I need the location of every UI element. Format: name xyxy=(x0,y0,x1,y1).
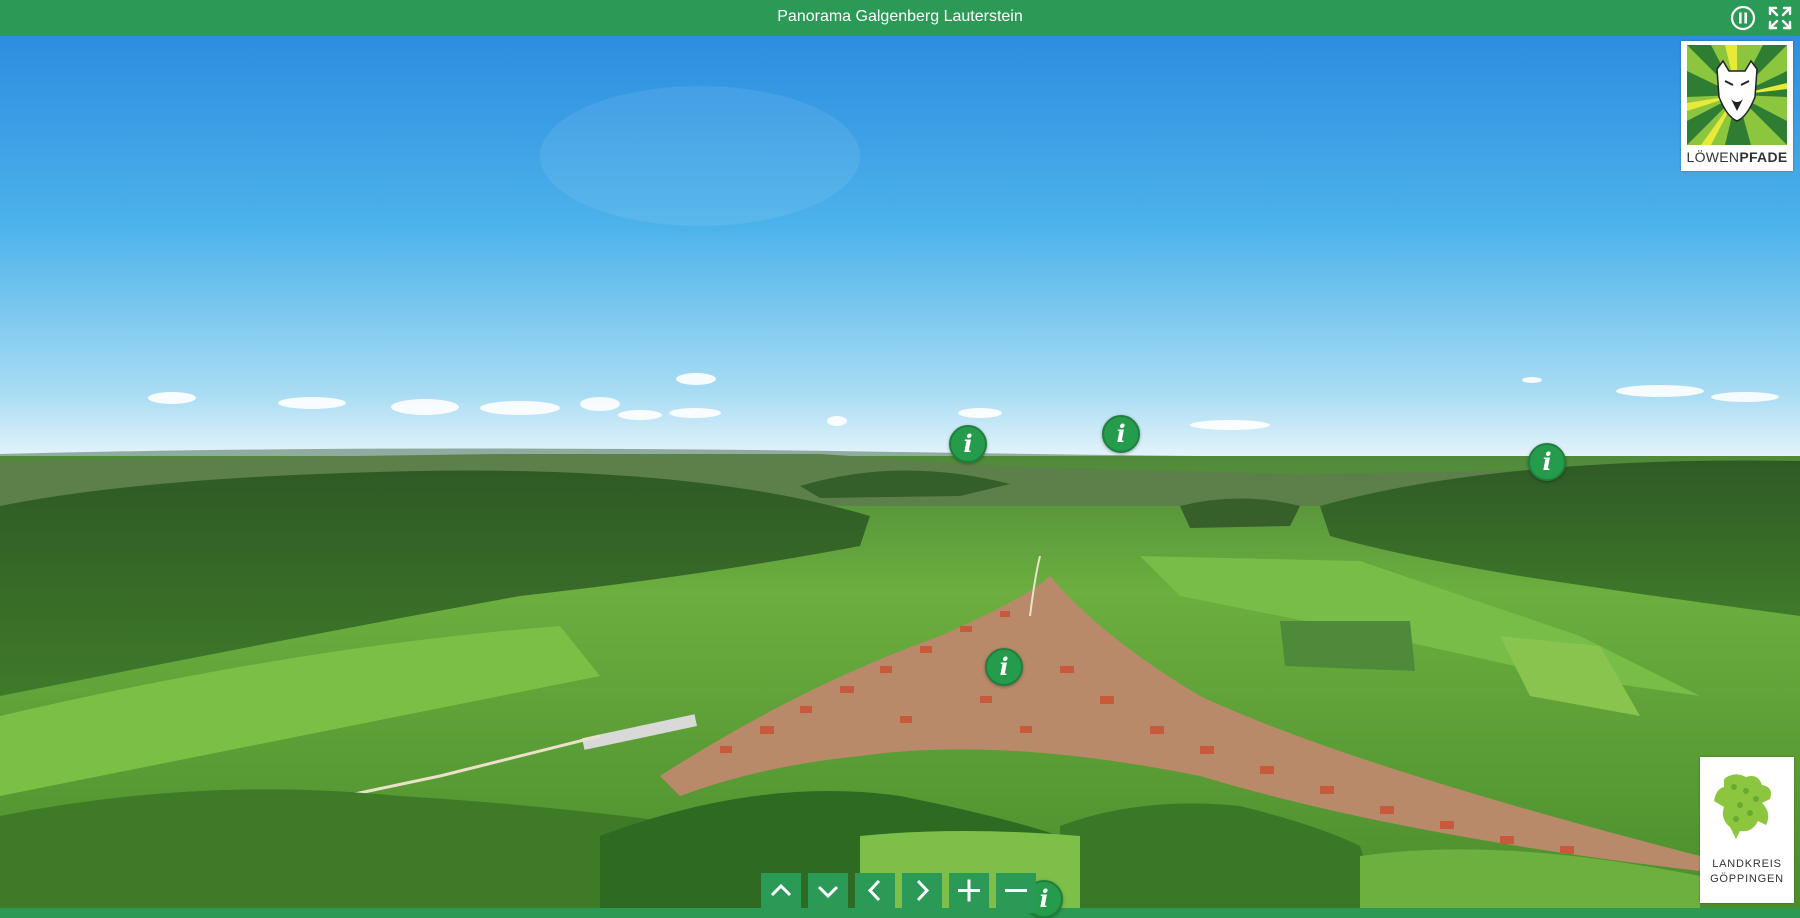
pan-down-button[interactable] xyxy=(808,873,848,913)
lion-crest-icon xyxy=(1714,774,1771,839)
fullscreen-icon xyxy=(1768,6,1792,30)
fullscreen-button[interactable] xyxy=(1766,4,1794,32)
info-hotspot[interactable]: i xyxy=(1102,415,1140,453)
info-hotspot[interactable]: i xyxy=(985,648,1023,686)
loewenpfade-logo[interactable]: LÖWENPFADE xyxy=(1681,41,1793,171)
zoom-out-button[interactable] xyxy=(996,873,1036,913)
info-hotspot[interactable]: i xyxy=(1528,443,1566,481)
landkreis-wordmark: LANDKREIS GÖPPINGEN xyxy=(1710,858,1784,885)
pause-button[interactable] xyxy=(1729,4,1757,32)
pan-right-button[interactable] xyxy=(902,873,942,913)
pause-circle-icon xyxy=(1730,5,1756,31)
chevron-up-icon xyxy=(770,883,792,897)
pan-up-button[interactable] xyxy=(761,873,801,913)
panorama-title: Panorama Galgenberg Lauterstein xyxy=(777,8,1023,25)
zoom-in-button[interactable] xyxy=(949,873,989,913)
zoom-out-icon xyxy=(1005,889,1027,892)
info-hotspot[interactable]: i xyxy=(949,425,987,463)
loewenpfade-wordmark: LÖWENPFADE xyxy=(1686,149,1788,165)
landkreis-goeppingen-logo[interactable]: LANDKREIS GÖPPINGEN xyxy=(1700,757,1794,903)
pan-left-button[interactable] xyxy=(855,873,895,913)
loewenpfade-lion-emblem xyxy=(1687,45,1787,145)
zoom-in-icon xyxy=(958,879,980,902)
chevron-left-icon xyxy=(867,879,881,902)
chevron-right-icon xyxy=(916,879,930,902)
chevron-down-icon xyxy=(817,885,839,899)
title-bar: Panorama Galgenberg Lauterstein xyxy=(0,0,1800,36)
